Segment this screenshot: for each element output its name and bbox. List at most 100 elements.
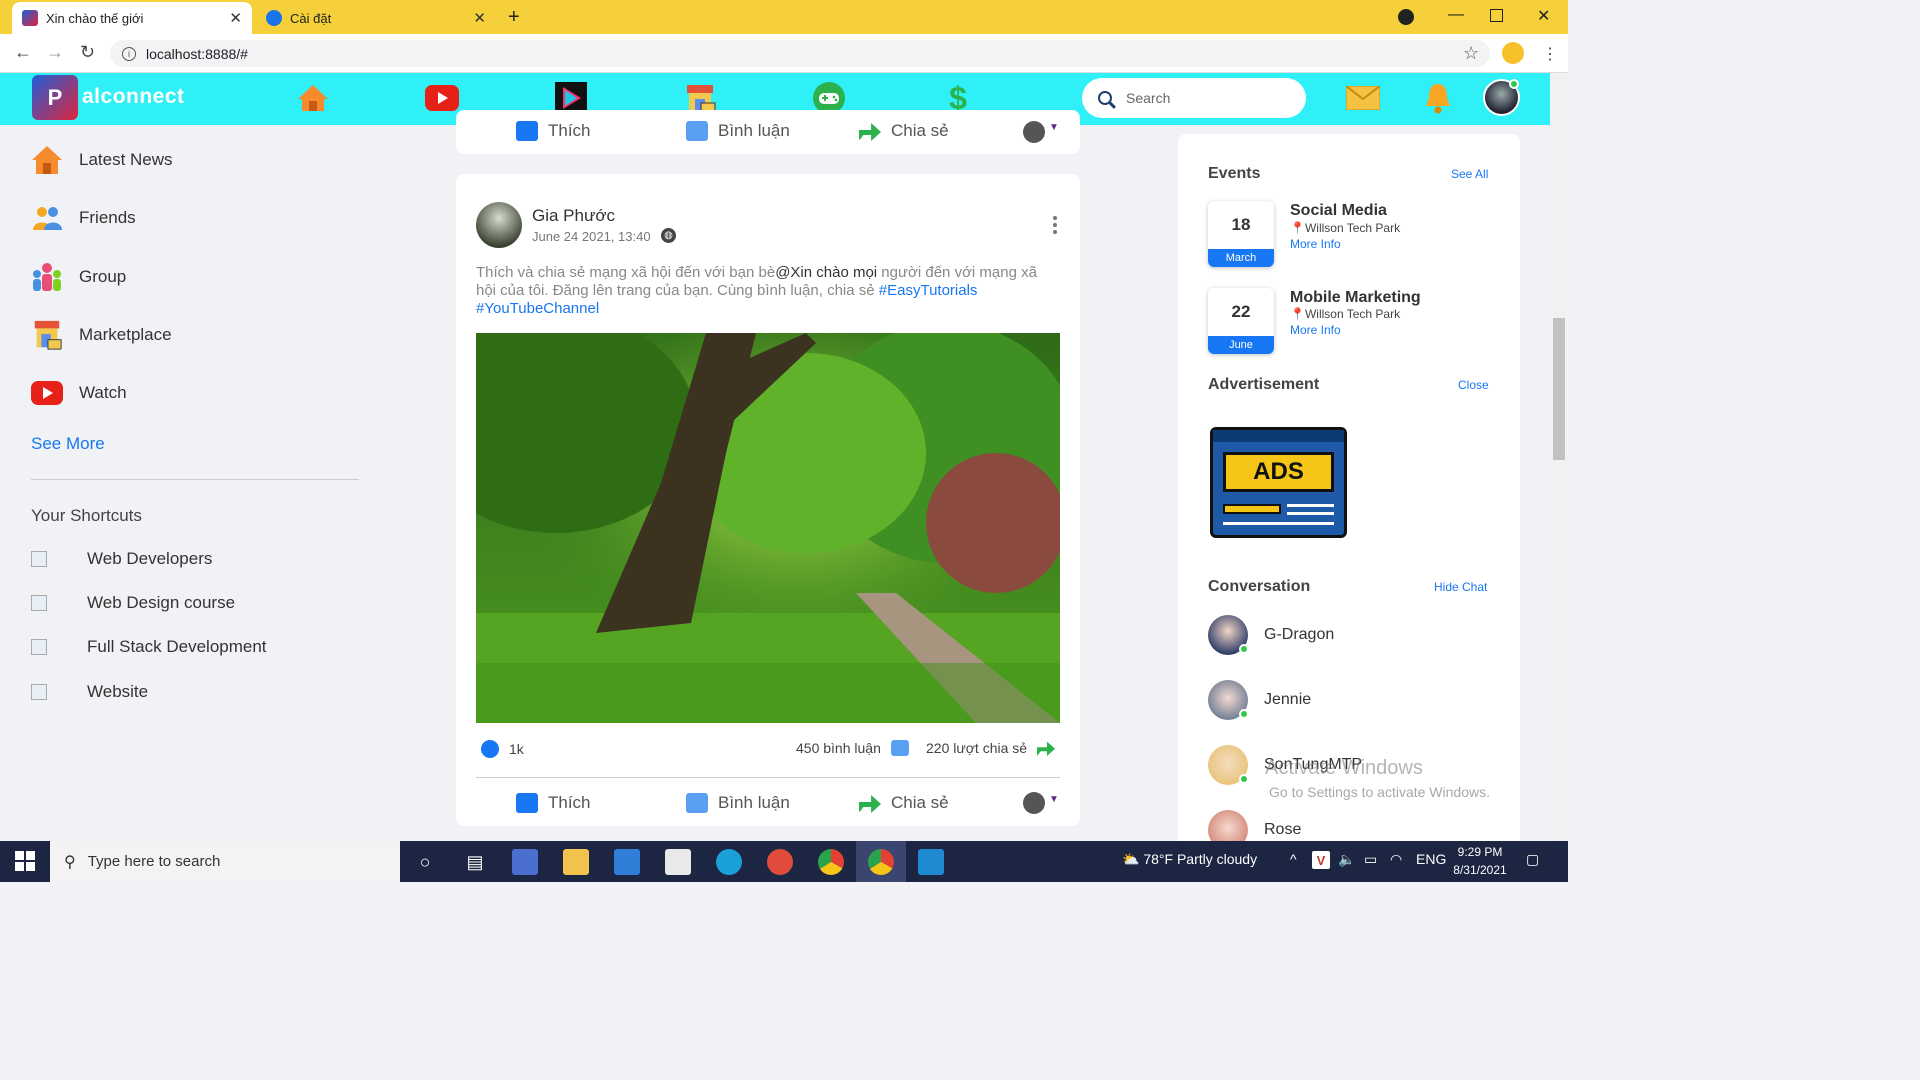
reaction-avatar[interactable] xyxy=(1023,792,1045,814)
file-explorer-icon[interactable] xyxy=(563,849,589,875)
close-ad-link[interactable]: Close xyxy=(1458,378,1489,392)
store-icon[interactable] xyxy=(512,849,538,875)
windows-start-icon[interactable] xyxy=(12,848,38,874)
taskbar-search-input[interactable]: ⚲ Type here to search xyxy=(50,841,400,882)
event-title[interactable]: Mobile Marketing xyxy=(1290,289,1421,307)
back-arrow-icon[interactable]: ← xyxy=(14,42,32,63)
share-button[interactable]: Chia sẻ xyxy=(859,793,949,813)
broken-image-icon xyxy=(31,595,47,611)
share-button[interactable]: Chia sẻ xyxy=(859,121,949,141)
battery-icon[interactable]: ▭ xyxy=(1364,851,1377,868)
tab-cai-dat[interactable]: Cài đặt ✕ xyxy=(256,2,496,34)
youtube-icon[interactable] xyxy=(424,80,460,116)
app-logo[interactable]: P xyxy=(32,75,78,120)
chat-contact[interactable]: Jennie xyxy=(1208,680,1311,720)
hide-chat-link[interactable]: Hide Chat xyxy=(1434,580,1487,594)
cortana-icon[interactable]: ○ xyxy=(412,849,438,875)
scrollbar-thumb[interactable] xyxy=(1553,318,1565,460)
close-tab-icon[interactable]: ✕ xyxy=(229,9,242,27)
bell-icon[interactable] xyxy=(1420,80,1456,116)
minimize-button[interactable]: — xyxy=(1448,6,1464,24)
shortcut-item[interactable]: Full Stack Development xyxy=(31,635,267,659)
mail-icon[interactable] xyxy=(1345,80,1381,116)
home-icon[interactable] xyxy=(295,80,331,116)
language-indicator[interactable]: ENG xyxy=(1416,851,1446,867)
event-date-badge: 22 June xyxy=(1208,288,1274,354)
tab-xin-chao[interactable]: Xin chào thế giới ✕ xyxy=(12,2,252,34)
reload-icon[interactable]: ↻ xyxy=(80,42,95,63)
sidebar-item-friends[interactable]: Friends xyxy=(31,201,136,235)
close-tab-icon[interactable]: ✕ xyxy=(473,9,486,27)
shortcut-item[interactable]: Web Developers xyxy=(31,547,212,571)
mention-link[interactable]: @Xin chào mọi xyxy=(775,264,877,281)
search-input[interactable]: Search xyxy=(1082,78,1306,118)
address-bar[interactable]: i localhost:8888/# xyxy=(110,40,1490,67)
forward-arrow-icon[interactable]: → xyxy=(46,42,64,63)
sidebar-item-group[interactable]: Group xyxy=(31,260,126,294)
volume-icon[interactable]: 🔈 xyxy=(1338,851,1355,868)
clock-date: 8/31/2021 xyxy=(1453,863,1507,877)
post-image[interactable] xyxy=(476,333,1060,723)
browser-menu-icon[interactable]: ⋮ xyxy=(1542,44,1558,64)
shares-count[interactable]: 220 lượt chia sẻ xyxy=(926,740,1056,756)
sidebar-item-latest-news[interactable]: Latest News xyxy=(31,143,173,177)
tray-app-icon[interactable]: V xyxy=(1312,851,1330,869)
mail-icon[interactable] xyxy=(614,849,640,875)
restore-button[interactable] xyxy=(1490,9,1503,22)
brand-name[interactable]: alconnect xyxy=(82,85,185,109)
advertisement-heading: Advertisement xyxy=(1208,376,1320,393)
chat-contact[interactable]: G-Dragon xyxy=(1208,615,1334,655)
ads-banner[interactable]: ADS xyxy=(1210,427,1347,538)
new-tab-button[interactable]: + xyxy=(508,6,520,29)
clock[interactable]: 9:29 PM 8/31/2021 xyxy=(1453,845,1507,877)
weather-widget[interactable]: ⛅ 78°F Partly cloudy xyxy=(1122,851,1257,868)
comments-count[interactable]: 450 bình luận xyxy=(796,740,909,756)
author-avatar[interactable] xyxy=(476,202,522,248)
sidebar-item-label: Latest News xyxy=(79,150,173,169)
reaction-avatar[interactable] xyxy=(1023,121,1045,143)
author-name[interactable]: Gia Phước xyxy=(532,206,615,226)
chevron-up-icon[interactable]: ^ xyxy=(1290,851,1297,867)
online-status-dot xyxy=(1239,709,1249,719)
edge-icon[interactable] xyxy=(716,849,742,875)
more-info-link[interactable]: More Info xyxy=(1290,237,1341,251)
sidebar-item-label: Friends xyxy=(79,208,136,227)
profile-menu-icon[interactable] xyxy=(1398,9,1414,25)
chevron-down-icon[interactable]: ▼ xyxy=(1049,122,1059,133)
post-date: June 24 2021, 13:40 xyxy=(532,229,651,244)
shortcut-item[interactable]: Web Design course xyxy=(31,591,235,615)
vscode-icon[interactable] xyxy=(918,849,944,875)
hashtag-link[interactable]: #EasyTutorials xyxy=(879,282,978,299)
comments-value: 450 bình luận xyxy=(796,740,881,756)
shortcut-item[interactable]: Website xyxy=(31,680,148,704)
more-info-link[interactable]: More Info xyxy=(1290,323,1341,337)
like-button[interactable]: Thích xyxy=(516,121,591,141)
brave-icon[interactable] xyxy=(767,849,793,875)
chrome-icon[interactable] xyxy=(868,849,894,875)
chrome-icon[interactable] xyxy=(818,849,844,875)
bookmark-star-icon[interactable]: ☆ xyxy=(1463,43,1479,64)
task-view-icon[interactable]: ▤ xyxy=(462,849,488,875)
weather-text: 78°F Partly cloudy xyxy=(1143,851,1258,867)
account-avatar-icon[interactable] xyxy=(1502,42,1524,64)
see-more-link[interactable]: See More xyxy=(31,434,105,454)
sidebar-item-marketplace[interactable]: Marketplace xyxy=(31,318,172,352)
photos-icon[interactable] xyxy=(665,849,691,875)
see-all-link[interactable]: See All xyxy=(1451,167,1488,181)
post-menu-icon[interactable] xyxy=(1052,216,1058,234)
like-button[interactable]: Thích xyxy=(516,793,591,813)
close-window-button[interactable]: ✕ xyxy=(1537,6,1550,26)
event-title[interactable]: Social Media xyxy=(1290,202,1387,220)
wifi-icon[interactable]: ◠ xyxy=(1390,851,1402,868)
event-location-text: Willson Tech Park xyxy=(1304,221,1401,235)
comment-button[interactable]: Bình luận xyxy=(686,793,790,813)
chevron-down-icon[interactable]: ▼ xyxy=(1049,794,1059,805)
likes-count[interactable]: 1k xyxy=(481,740,524,758)
site-favicon-icon xyxy=(22,10,38,26)
notifications-icon[interactable]: ▢ xyxy=(1526,851,1539,868)
site-info-icon[interactable]: i xyxy=(122,46,136,61)
sidebar-item-watch[interactable]: Watch xyxy=(31,376,127,410)
youtube-icon xyxy=(31,381,63,405)
hashtag-link[interactable]: #YouTubeChannel xyxy=(476,300,599,317)
comment-button[interactable]: Bình luận xyxy=(686,121,790,141)
